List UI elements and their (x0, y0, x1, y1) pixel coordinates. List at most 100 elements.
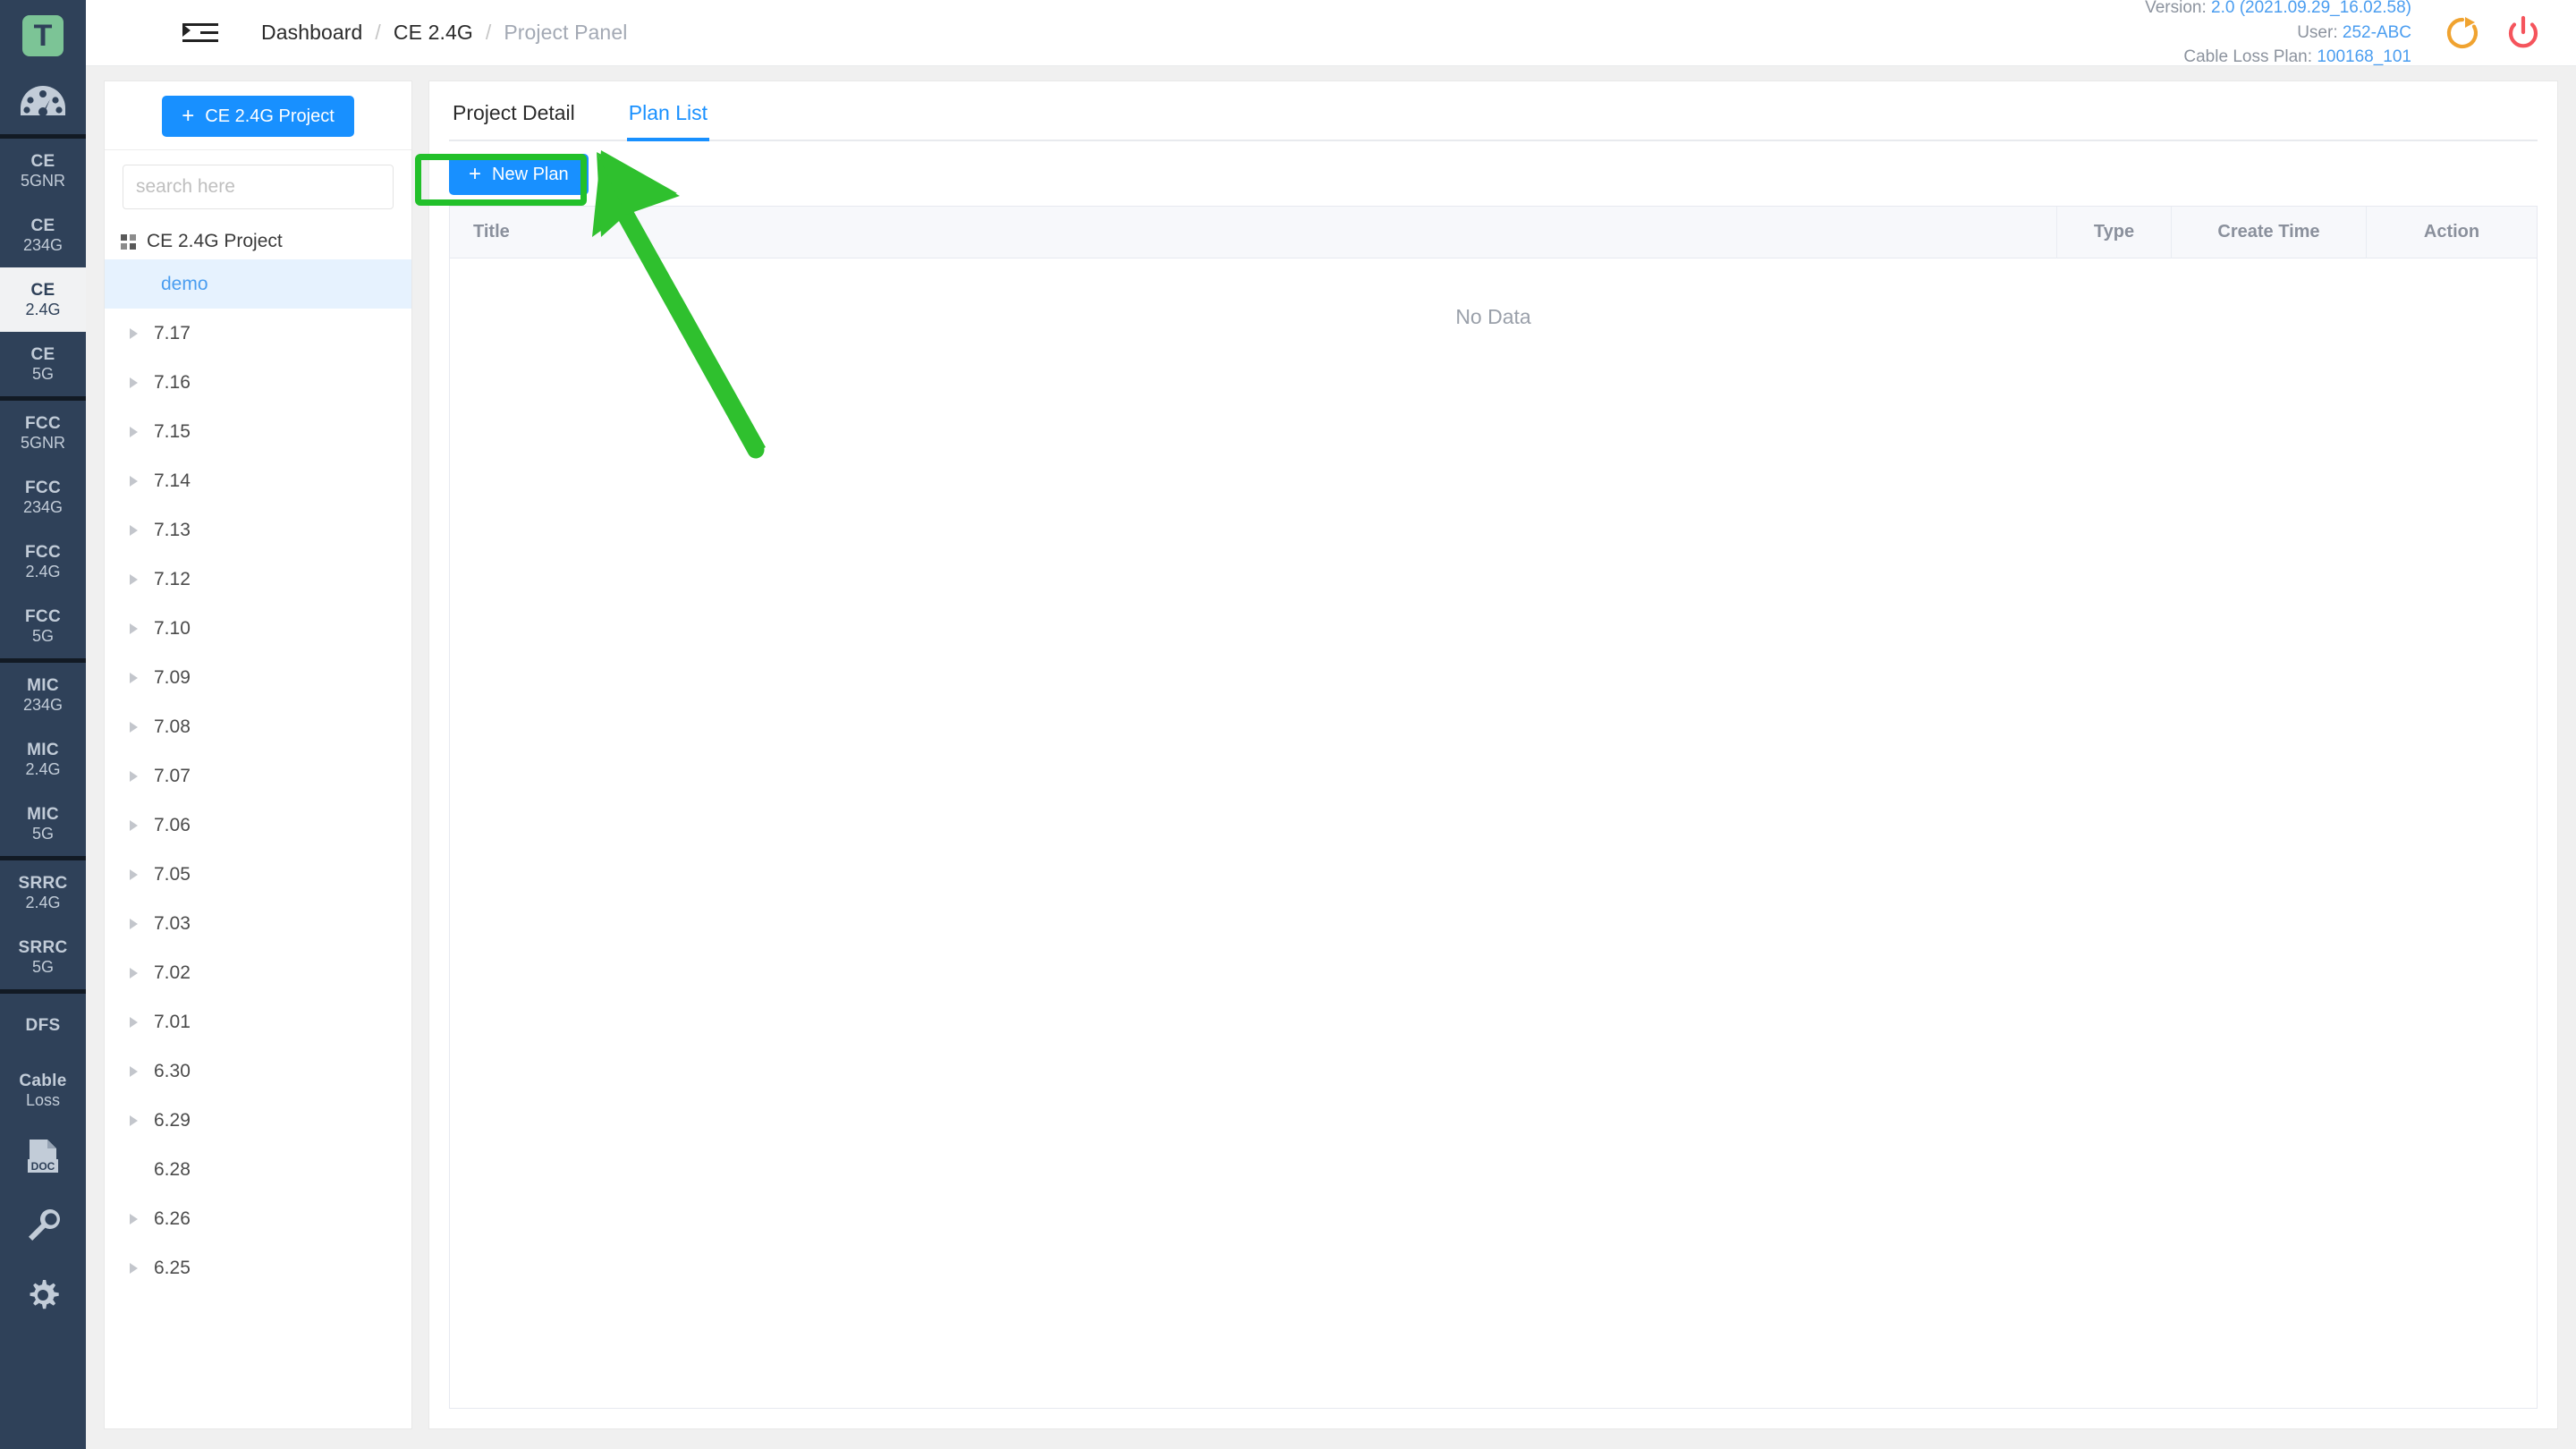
rail-item-fcc-2p4g[interactable]: FCC 2.4G (0, 530, 86, 594)
rail-item-line2: 2.4G (25, 893, 61, 911)
rail-item-mic-5g[interactable]: MIC 5G (0, 792, 86, 856)
rail-item-dfs[interactable]: DFS (0, 994, 86, 1058)
cable-loss-value: 100168_101 (2317, 47, 2411, 67)
tree-node-label: 6.25 (154, 1257, 191, 1278)
menu-collapse-icon[interactable] (182, 18, 218, 48)
rail-item-settings[interactable] (0, 1262, 86, 1332)
chevron-right-icon[interactable] (130, 1065, 138, 1077)
refresh-icon[interactable] (2444, 14, 2481, 52)
rail-item-ce-2p4g[interactable]: CE 2.4G (0, 267, 86, 332)
tree-node-label: 7.06 (154, 814, 191, 835)
tree-node-label: 6.29 (154, 1109, 191, 1131)
chevron-right-icon[interactable] (130, 475, 138, 487)
tree-node-7-16[interactable]: 7.16 (105, 358, 411, 407)
rail-item-mic-234g[interactable]: MIC 234G (0, 663, 86, 727)
tree-node-7-07[interactable]: 7.07 (105, 751, 411, 801)
chevron-right-icon[interactable] (130, 819, 138, 831)
chevron-right-icon[interactable] (130, 967, 138, 979)
empty-state-text: No Data (1455, 305, 1531, 328)
search-input[interactable] (123, 165, 394, 209)
rail-item-fcc-234g[interactable]: FCC 234G (0, 465, 86, 530)
tree-node-6-30[interactable]: 6.30 (105, 1046, 411, 1096)
tree-node-7-05[interactable]: 7.05 (105, 850, 411, 899)
rail-item-fcc-5gnr[interactable]: FCC 5GNR (0, 401, 86, 465)
table-header-row: Title Type Create Time Action (450, 206, 2537, 258)
version-value: 2.0 (2021.09.29_16.02.58) (2211, 0, 2411, 18)
chevron-right-icon[interactable] (130, 869, 138, 880)
chevron-right-icon[interactable] (130, 1016, 138, 1028)
breadcrumb-item-dashboard[interactable]: Dashboard (261, 21, 362, 45)
svg-text:DOC: DOC (31, 1160, 55, 1173)
tree-node-demo[interactable]: demo (105, 259, 411, 309)
tree-node-7-09[interactable]: 7.09 (105, 653, 411, 702)
tree-node-label: 7.10 (154, 617, 191, 639)
tree-node-label: 6.26 (154, 1208, 191, 1229)
new-plan-button[interactable]: + New Plan (449, 154, 589, 195)
rail-item-ce-5gnr[interactable]: CE 5GNR (0, 139, 86, 203)
rail-item-ce-234g[interactable]: CE 234G (0, 203, 86, 267)
rail-item-line1: CE (30, 345, 55, 365)
power-icon[interactable] (2504, 14, 2542, 52)
tree-node-label: 7.13 (154, 519, 191, 540)
chevron-right-icon[interactable] (130, 1262, 138, 1274)
breadcrumb-item-ce-2p4g[interactable]: CE 2.4G (394, 21, 473, 45)
new-ce-2p4g-project-button[interactable]: + CE 2.4G Project (162, 96, 354, 137)
chevron-right-icon[interactable] (130, 377, 138, 388)
tab-label: Project Detail (453, 101, 575, 124)
rail-item-ce-5g[interactable]: CE 5G (0, 332, 86, 396)
gear-icon (23, 1275, 63, 1319)
tree-node-7-01[interactable]: 7.01 (105, 997, 411, 1046)
tree-node-7-02[interactable]: 7.02 (105, 948, 411, 997)
chevron-right-icon[interactable] (130, 327, 138, 339)
chevron-right-icon[interactable] (130, 426, 138, 437)
tree-node-7-15[interactable]: 7.15 (105, 407, 411, 456)
column-header-create-time: Create Time (2172, 206, 2367, 258)
tree-node-label: 7.01 (154, 1011, 191, 1032)
tree-node-label: 7.07 (154, 765, 191, 786)
chevron-right-icon[interactable] (130, 672, 138, 683)
logo-letter: T (22, 15, 64, 56)
rail-item-doc[interactable]: DOC (0, 1123, 86, 1192)
menu-line (182, 39, 218, 42)
tree-node-7-03[interactable]: 7.03 (105, 899, 411, 948)
tree-node-7-14[interactable]: 7.14 (105, 456, 411, 505)
gauge-icon (20, 84, 66, 123)
tree-node-7-12[interactable]: 7.12 (105, 555, 411, 604)
rail-item-srrc-2p4g[interactable]: SRRC 2.4G (0, 860, 86, 925)
rail-item-tools[interactable] (0, 1192, 86, 1262)
chevron-right-icon[interactable] (130, 573, 138, 585)
chevron-right-icon[interactable] (130, 721, 138, 733)
tree-node-6-29[interactable]: 6.29 (105, 1096, 411, 1145)
plan-toolbar: + New Plan (449, 141, 2538, 206)
chevron-right-icon[interactable] (130, 770, 138, 782)
rail-item-srrc-5g[interactable]: SRRC 5G (0, 925, 86, 989)
rail-item-line2: 2.4G (25, 300, 61, 318)
rail-item-mic-2p4g[interactable]: MIC 2.4G (0, 727, 86, 792)
tree-node-7-13[interactable]: 7.13 (105, 505, 411, 555)
chevron-right-icon[interactable] (130, 1114, 138, 1126)
tree-node-7-17[interactable]: 7.17 (105, 309, 411, 358)
chevron-right-icon[interactable] (130, 524, 138, 536)
rail-item-fcc-5g[interactable]: FCC 5G (0, 594, 86, 658)
breadcrumb-item-project-panel: Project Panel (504, 21, 628, 44)
cable-loss-row: Cable Loss Plan: 100168_101 (2145, 45, 2411, 70)
rail-item-cable-loss[interactable]: Cable Loss (0, 1058, 86, 1123)
tree-node-7-10[interactable]: 7.10 (105, 604, 411, 653)
tree-node-7-08[interactable]: 7.08 (105, 702, 411, 751)
chevron-right-icon[interactable] (130, 918, 138, 929)
tree-node-label: 7.03 (154, 912, 191, 934)
tree-node-6-28[interactable]: 6.28 (105, 1145, 411, 1194)
tree-root-node[interactable]: CE 2.4G Project (105, 224, 411, 259)
tab-plan-list[interactable]: Plan List (626, 81, 710, 141)
tab-project-detail[interactable]: Project Detail (451, 81, 577, 140)
chevron-right-icon[interactable] (130, 623, 138, 634)
chevron-right-icon[interactable] (130, 1213, 138, 1224)
app-logo[interactable]: T (0, 0, 86, 72)
doc-icon: DOC (23, 1136, 63, 1180)
dashboard-nav-item[interactable] (0, 72, 86, 134)
header-actions (2444, 14, 2542, 52)
tree-node-6-26[interactable]: 6.26 (105, 1194, 411, 1243)
tree-node-7-06[interactable]: 7.06 (105, 801, 411, 850)
tree-node-label: demo (161, 273, 208, 294)
tree-node-6-25[interactable]: 6.25 (105, 1243, 411, 1292)
